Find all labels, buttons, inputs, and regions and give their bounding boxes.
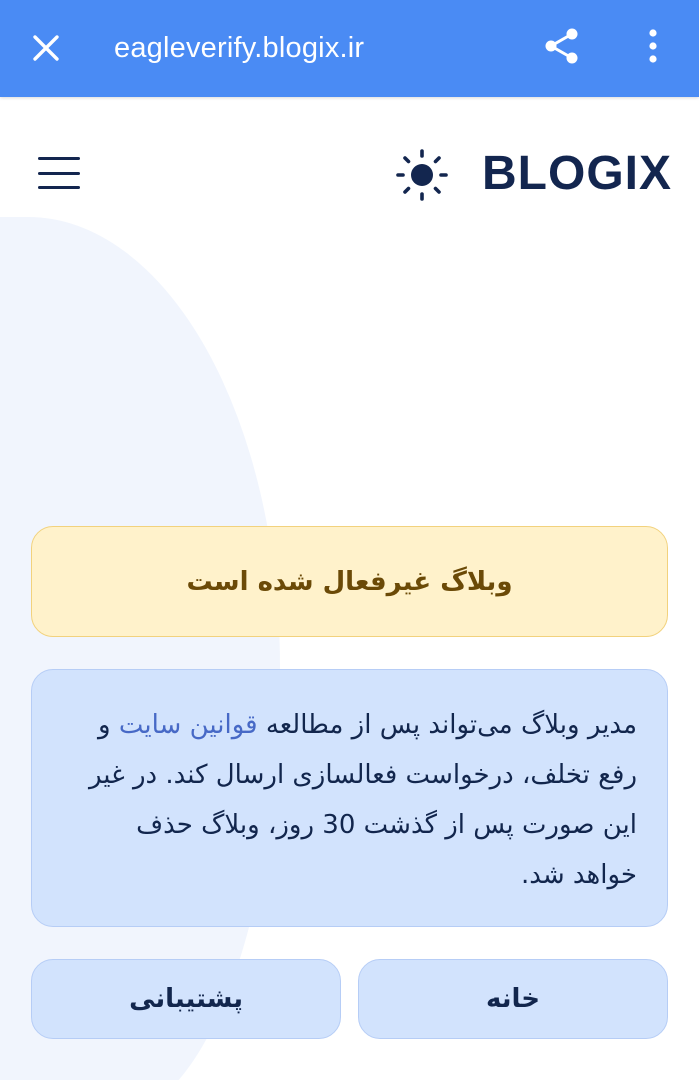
menu-line [38, 171, 80, 175]
message-text-start: مدیر وبلاگ می‌تواند پس از مطالعه [257, 710, 637, 740]
support-button[interactable]: پشتیبانی [31, 959, 341, 1039]
home-button-label: خانه [485, 984, 541, 1014]
close-icon [33, 35, 59, 61]
more-options-button[interactable] [630, 20, 676, 72]
share-icon [545, 28, 578, 64]
home-button[interactable]: خانه [358, 959, 668, 1039]
sun-icon [396, 149, 448, 201]
browser-toolbar: eagleverify.blogix.ir [0, 0, 699, 97]
brand-logo[interactable]: BLOGIX [482, 144, 672, 202]
alert-title: وبلاگ غیرفعال شده است [186, 566, 513, 597]
menu-line [38, 157, 80, 160]
theme-toggle-button[interactable] [394, 149, 450, 201]
site-rules-link[interactable]: قوانین سایت [119, 710, 258, 740]
support-button-label: پشتیبانی [129, 984, 243, 1014]
background-decoration [0, 217, 280, 1080]
share-button[interactable] [536, 20, 588, 72]
close-button[interactable] [20, 22, 72, 74]
blog-disabled-alert: وبلاگ غیرفعال شده است [31, 526, 668, 637]
url-text[interactable]: eagleverify.blogix.ir [114, 22, 364, 74]
hamburger-menu-button[interactable] [36, 152, 82, 194]
page-content: BLOGIX وبلاگ غیرفعال شده است مدیر وبلاگ … [0, 97, 699, 1080]
info-message-box: مدیر وبلاگ می‌تواند پس از مطالعه قوانین … [31, 669, 668, 927]
more-vert-icon [649, 29, 657, 63]
menu-line [38, 186, 80, 189]
